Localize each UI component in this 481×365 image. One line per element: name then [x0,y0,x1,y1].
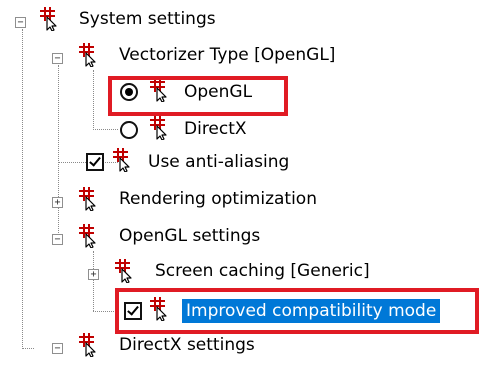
tree-node-system-settings[interactable]: − System settings [0,4,480,38]
radio-item-directx[interactable]: DirectX [0,112,480,146]
setting-cursor-icon [40,7,58,31]
setting-cursor-icon [79,187,97,211]
settings-tree: − System settings − Vectorizer Type [Ope… [0,0,481,365]
collapse-toggle[interactable]: − [15,17,26,28]
radio-label: DirectX [184,119,247,139]
tree-node-label: Rendering optimization [119,189,317,209]
checkbox-checked[interactable] [86,153,104,171]
tree-node-label: OpenGL settings [119,226,261,246]
expand-toggle[interactable]: + [52,197,63,208]
tree-node-label: DirectX settings [119,335,255,355]
setting-cursor-icon [79,333,97,357]
highlight-box-improved-compatibility [115,288,479,334]
tree-node-label: System settings [79,9,216,29]
tree-node-rendering-optimization[interactable]: + Rendering optimization [0,184,480,218]
setting-cursor-icon [113,148,131,172]
radio-unselected[interactable] [120,121,138,139]
setting-cursor-icon [150,116,168,140]
setting-cursor-icon [79,43,97,67]
checkbox-item-anti-aliasing[interactable]: Use anti-aliasing [0,145,480,179]
collapse-toggle[interactable]: − [52,343,63,354]
tree-node-vectorizer-type[interactable]: − Vectorizer Type [OpenGL] [0,40,480,74]
tree-node-opengl-settings[interactable]: − OpenGL settings [0,221,480,255]
collapse-toggle[interactable]: − [52,234,63,245]
tree-node-label: Screen caching [Generic] [155,261,370,281]
setting-cursor-icon [79,224,97,248]
tree-node-screen-caching[interactable]: + Screen caching [Generic] [0,256,480,290]
tree-node-directx-settings[interactable]: − DirectX settings [0,330,480,364]
highlight-box-opengl [108,76,288,116]
setting-cursor-icon [115,259,133,283]
expand-toggle[interactable]: + [88,269,99,280]
tree-node-label: Vectorizer Type [OpenGL] [119,45,336,65]
collapse-toggle[interactable]: − [52,53,63,64]
checkbox-label: Use anti-aliasing [148,152,290,172]
